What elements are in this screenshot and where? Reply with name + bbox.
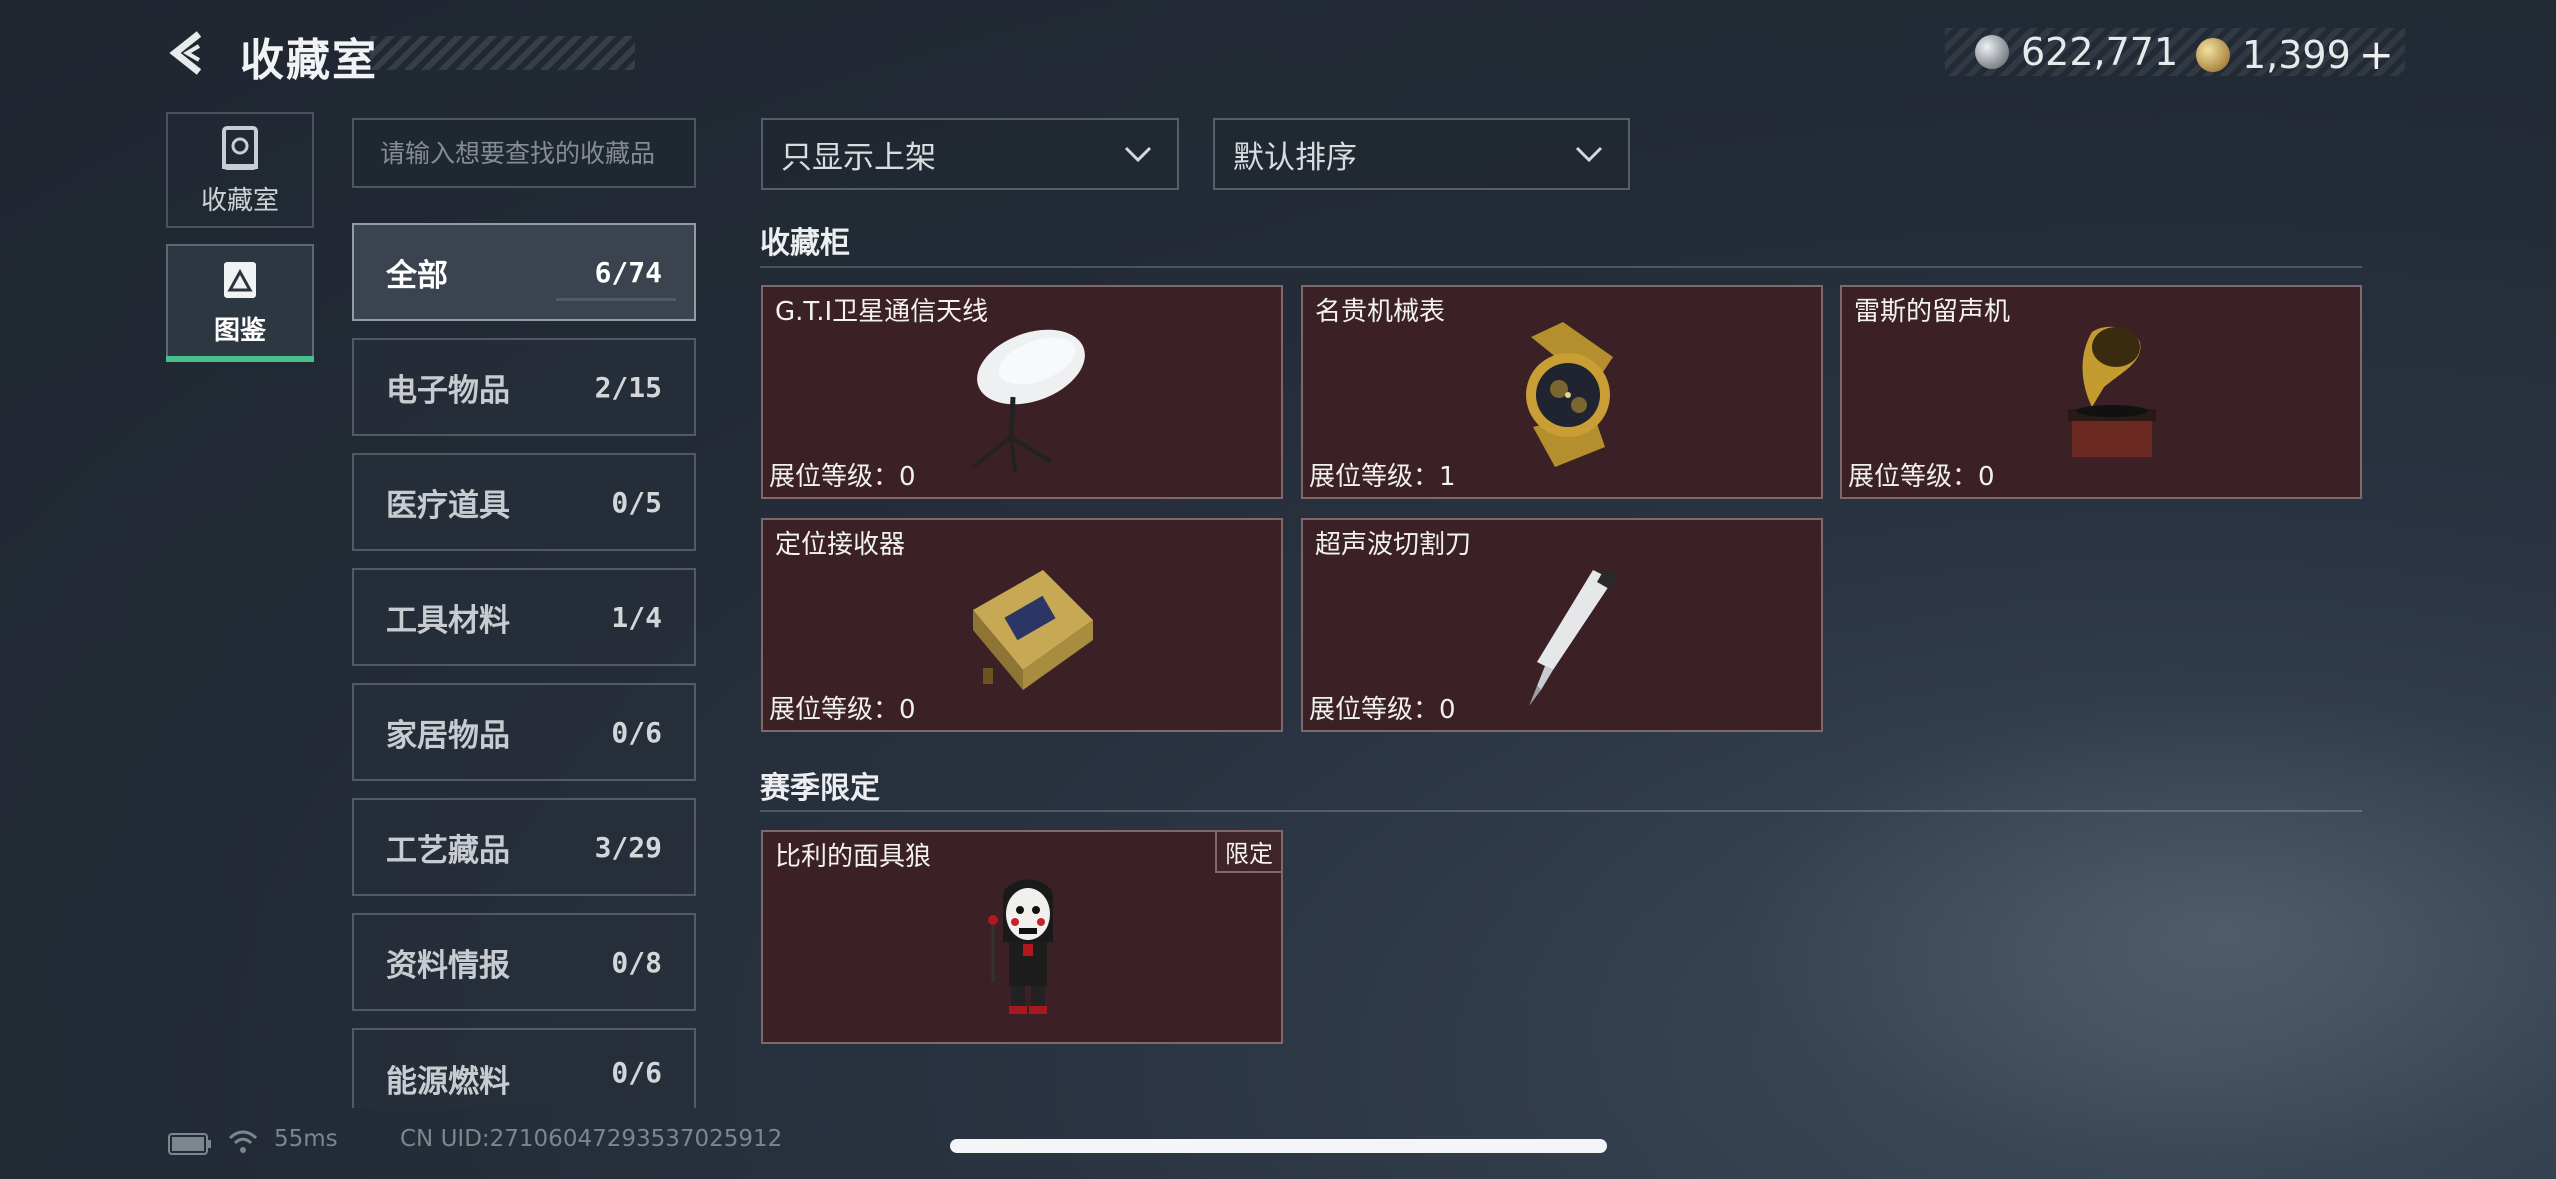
category-count: 6/74 xyxy=(594,255,662,289)
section-title-cabinet: 收藏柜 xyxy=(760,226,850,261)
category-electronics[interactable]: 电子物品 2/15 xyxy=(352,338,696,436)
satellite-dish-icon xyxy=(971,329,1085,473)
ping-readout: 55ms xyxy=(274,1126,338,1152)
collectible-card[interactable]: 超声波切割刀 展位等级：0 xyxy=(1301,518,1823,732)
page-title: 收藏室 xyxy=(240,35,378,86)
nav-item-codex[interactable]: 图鉴 xyxy=(166,244,314,360)
sort-value: 默认排序 xyxy=(1233,139,1357,176)
category-name: 资料情报 xyxy=(386,947,510,984)
item-name: 超声波切割刀 xyxy=(1315,530,1472,560)
gold-coin-icon xyxy=(2196,37,2230,72)
item-name: 雷斯的留声机 xyxy=(1854,297,2011,327)
title-decoration xyxy=(370,36,635,70)
silver-amount: 622,771 xyxy=(2021,30,2179,74)
category-name: 工艺藏品 xyxy=(386,832,510,869)
nav-label: 收藏室 xyxy=(200,185,279,216)
category-name: 家居物品 xyxy=(386,717,510,754)
collectible-card[interactable]: 比利的面具狼 限定 xyxy=(761,830,1283,1044)
add-currency-button[interactable]: + xyxy=(2359,30,2394,79)
receiver-icon xyxy=(973,570,1093,690)
item-level: 展位等级：0 xyxy=(769,695,916,725)
collectible-card[interactable]: G.T.I卫星通信天线 展位等级：0 xyxy=(761,285,1283,499)
limited-badge: 限定 xyxy=(1215,832,1281,873)
battery-icon xyxy=(168,1133,211,1155)
category-count: 3/29 xyxy=(594,830,662,864)
section-divider xyxy=(760,810,2362,812)
silver-currency: 622,771 xyxy=(1975,30,2178,74)
silver-coin-icon xyxy=(1975,35,2009,69)
category-name: 电子物品 xyxy=(386,372,510,409)
category-name: 医疗道具 xyxy=(386,487,510,524)
category-count: 0/6 xyxy=(611,1056,662,1089)
category-all[interactable]: 全部 6/74 xyxy=(352,223,696,321)
item-level: 展位等级：0 xyxy=(769,462,916,492)
codex-icon xyxy=(224,261,256,298)
gramophone-icon xyxy=(2068,326,2156,457)
gold-amount: 1,399 xyxy=(2242,32,2351,77)
category-intel[interactable]: 资料情报 0/8 xyxy=(352,913,696,1011)
puppet-icon xyxy=(988,879,1054,1014)
category-household[interactable]: 家居物品 0/6 xyxy=(352,683,696,781)
show-filter-select[interactable]: 只显示上架 xyxy=(761,118,1179,190)
nav-label: 图鉴 xyxy=(213,315,266,346)
show-filter-value: 只显示上架 xyxy=(781,139,936,176)
category-medical[interactable]: 医疗道具 0/5 xyxy=(352,453,696,551)
sort-select[interactable]: 默认排序 xyxy=(1213,118,1630,190)
item-name: 比利的面具狼 xyxy=(775,842,932,872)
category-energy[interactable]: 能源燃料 0/6 xyxy=(352,1028,696,1108)
home-indicator[interactable] xyxy=(950,1139,1607,1153)
category-count: 0/6 xyxy=(611,715,662,749)
gold-currency[interactable]: 1,399 + xyxy=(2196,30,2394,79)
category-name: 工具材料 xyxy=(386,602,510,639)
watch-icon xyxy=(1526,322,1613,467)
collectible-card[interactable]: 名贵机械表 展位等级：1 xyxy=(1301,285,1823,499)
category-tools[interactable]: 工具材料 1/4 xyxy=(352,568,696,666)
back-arrow-icon[interactable] xyxy=(165,28,215,78)
category-count: 0/5 xyxy=(611,485,662,519)
item-level: 展位等级：0 xyxy=(1848,462,1995,492)
category-crafts[interactable]: 工艺藏品 3/29 xyxy=(352,798,696,896)
cabinet-icon xyxy=(222,125,258,170)
chevron-down-icon xyxy=(1575,146,1603,163)
active-nav-indicator xyxy=(166,356,314,362)
category-name: 能源燃料 xyxy=(386,1064,510,1100)
category-name: 全部 xyxy=(386,257,448,294)
nav-item-collection-room[interactable]: 收藏室 xyxy=(166,112,314,228)
wifi-icon xyxy=(228,1130,258,1153)
section-title-season: 赛季限定 xyxy=(760,771,880,806)
collectible-card[interactable]: 雷斯的留声机 展位等级：0 xyxy=(1840,285,2362,499)
cutter-icon xyxy=(1529,568,1619,706)
section-divider xyxy=(760,266,2362,268)
item-level: 展位等级：1 xyxy=(1309,462,1456,492)
search-input[interactable] xyxy=(352,118,696,188)
item-level: 展位等级：0 xyxy=(1309,695,1456,725)
collectible-card[interactable]: 定位接收器 展位等级：0 xyxy=(761,518,1283,732)
user-uid: CN UID:27106047293537025912 xyxy=(400,1126,783,1152)
chevron-down-icon xyxy=(1124,146,1152,163)
category-count: 1/4 xyxy=(611,600,662,634)
category-count: 0/8 xyxy=(611,945,662,979)
category-count: 2/15 xyxy=(594,370,662,404)
item-name: 定位接收器 xyxy=(775,530,906,560)
item-name: 名贵机械表 xyxy=(1315,297,1446,327)
